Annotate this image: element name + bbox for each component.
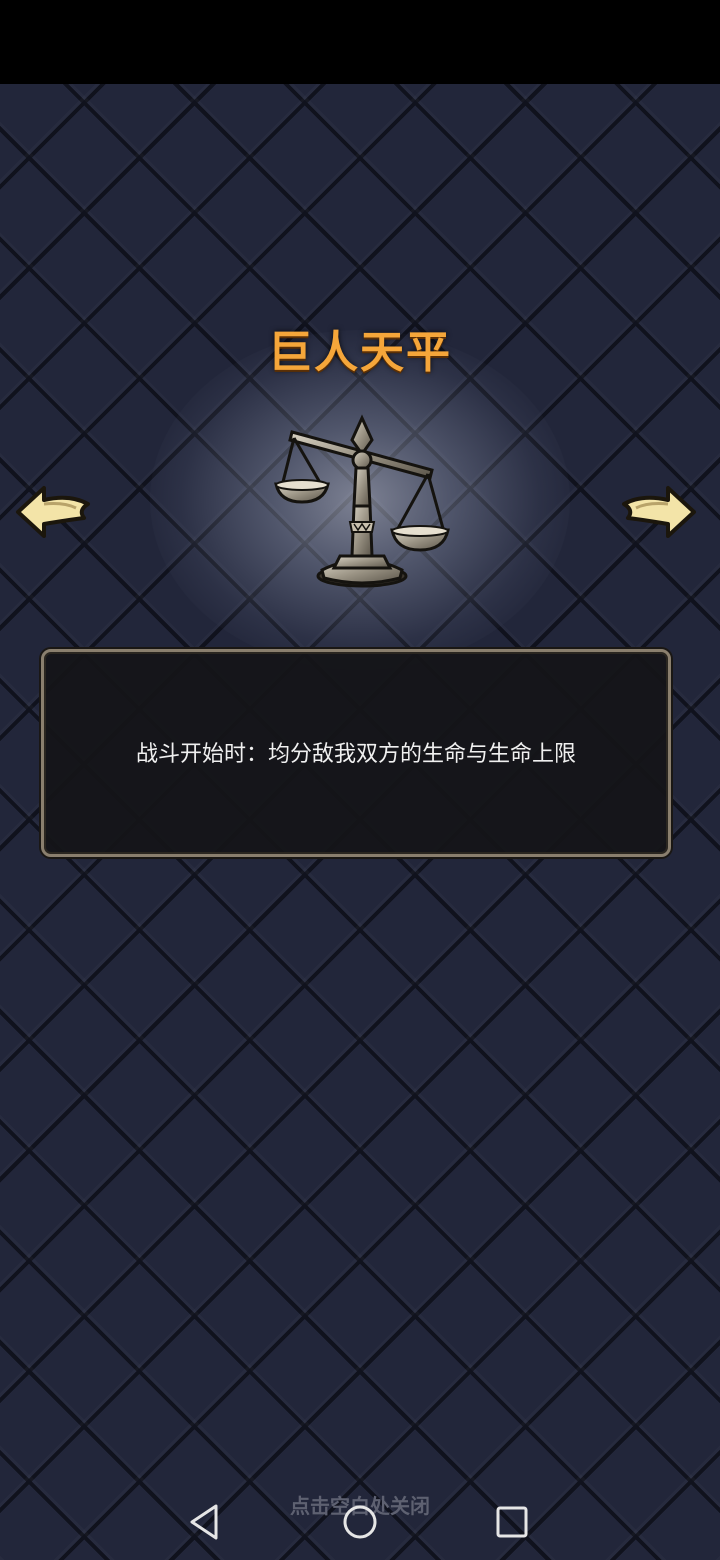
relic-detail-screen: 巨人天平 战斗开始时：均分敌我双方的生命与生命上限 点击空白处关闭 [0,0,720,1560]
relic-description-panel: 战斗开始时：均分敌我双方的生命与生命上限 [41,649,671,857]
home-circle-icon[interactable] [336,1498,384,1546]
relic-description: 战斗开始时：均分敌我双方的生命与生命上限 [135,742,576,767]
status-bar [0,0,720,84]
back-triangle-icon[interactable] [182,1498,230,1546]
balance-scale-icon [274,414,450,588]
recent-square-icon[interactable] [488,1498,536,1546]
relic-title: 巨人天平 [268,327,452,378]
next-relic-button[interactable] [618,482,698,542]
prev-relic-button[interactable] [14,482,94,542]
